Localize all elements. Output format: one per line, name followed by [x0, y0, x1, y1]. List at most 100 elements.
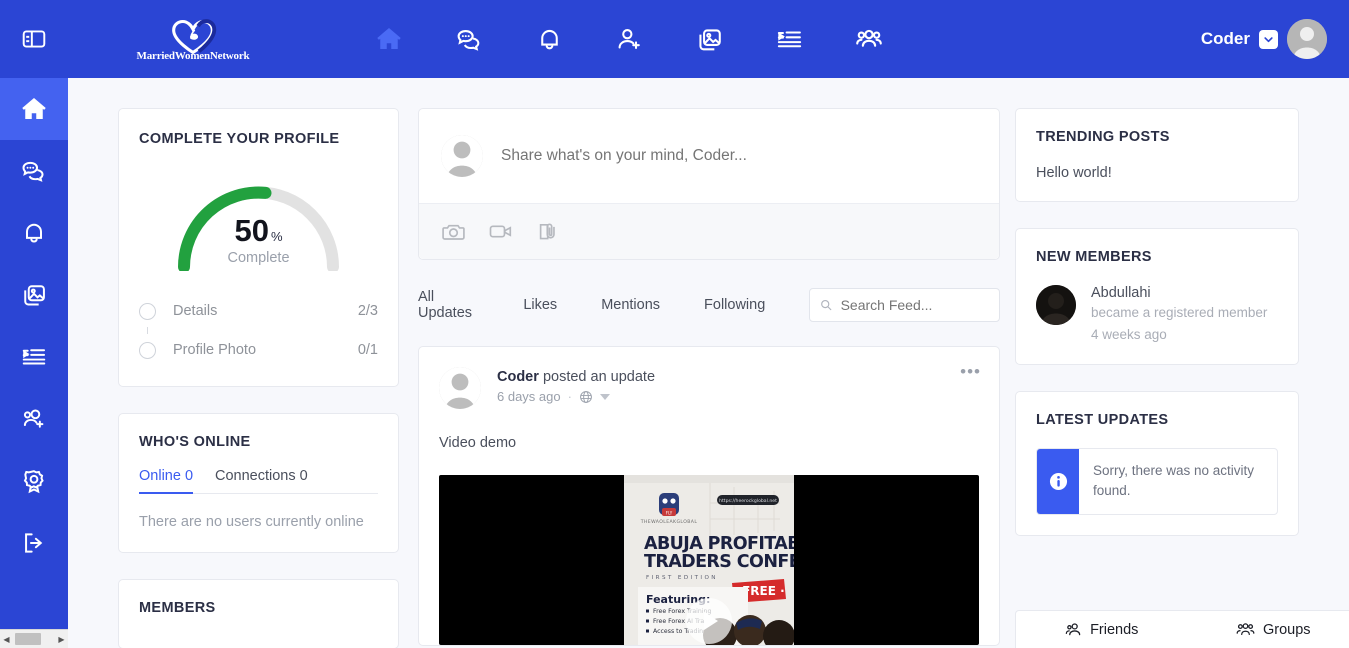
- logout-icon: [25, 533, 43, 553]
- app-root: ◀ ▶ MarriedWomenNetwork Coder COMPLETE Y…: [0, 0, 1349, 648]
- card-title: NEW MEMBERS: [1036, 249, 1152, 265]
- user-menu-button[interactable]: [1259, 29, 1278, 49]
- sidebar-item-home[interactable]: [0, 78, 68, 140]
- avatar[interactable]: [1287, 19, 1327, 59]
- avatar[interactable]: [1036, 285, 1076, 325]
- scroll-right-arrow[interactable]: ▶: [55, 630, 68, 648]
- tab-likes[interactable]: Likes: [523, 297, 557, 313]
- site-logo[interactable]: MarriedWomenNetwork: [68, 0, 318, 78]
- left-rail: ◀ ▶: [0, 0, 68, 648]
- composer-action-bar: [419, 203, 999, 259]
- user-avatar-icon: [441, 135, 483, 177]
- notifications-icon: [26, 223, 42, 243]
- nav-photos[interactable]: [692, 22, 726, 56]
- rail-horizontal-scrollbar[interactable]: ◀ ▶: [0, 629, 68, 648]
- left-column: COMPLETE YOUR PROFILE 50% Complete Detai…: [118, 108, 399, 648]
- post-text: Video demo: [439, 435, 517, 451]
- tab-online[interactable]: Online 0: [139, 468, 194, 494]
- scroll-left-arrow[interactable]: ◀: [0, 630, 13, 648]
- composer-input[interactable]: [501, 147, 941, 165]
- trending-post-item[interactable]: Hello world!: [1036, 165, 1278, 181]
- card-title: COMPLETE YOUR PROFILE: [139, 131, 340, 147]
- post-submeta: 6 days ago ·: [497, 389, 655, 404]
- list-item[interactable]: Abdullahi became a registered member 4 w…: [1036, 285, 1278, 344]
- card-title: TRENDING POSTS: [1036, 129, 1170, 145]
- post-meta: Coder posted an update 6 days ago ·: [497, 367, 655, 404]
- play-button[interactable]: [686, 598, 732, 644]
- post-header: Coder posted an update 6 days ago ·: [439, 367, 979, 409]
- new-members-card: NEW MEMBERS Abdullahi became a registere…: [1015, 228, 1299, 366]
- add-video-button[interactable]: [488, 219, 513, 244]
- add-photo-button[interactable]: [441, 219, 466, 244]
- sidebar-item-videos[interactable]: [0, 326, 68, 388]
- feed-search[interactable]: [809, 288, 1000, 322]
- messages-icon: [22, 161, 44, 182]
- post-video[interactable]: FLY THEWAOLEAKGLOBAL https://heerockglob…: [439, 475, 979, 645]
- globe-icon[interactable]: [579, 390, 593, 404]
- video-icon: [489, 225, 512, 238]
- sidebar-item-notifications[interactable]: [0, 202, 68, 264]
- chevron-down-icon: [1264, 36, 1273, 42]
- nav-home[interactable]: [372, 22, 406, 56]
- groups-icon: [856, 29, 882, 47]
- profile-step-photo[interactable]: Profile Photo 0/1: [139, 334, 378, 366]
- scroll-thumb[interactable]: [15, 633, 41, 645]
- members-card: MEMBERS: [118, 579, 399, 648]
- info-icon: [1049, 472, 1067, 490]
- tab-following[interactable]: Following: [704, 297, 765, 313]
- step-label: Details: [173, 303, 218, 319]
- post-options-button[interactable]: •••: [960, 363, 981, 380]
- nav-friend-requests[interactable]: [612, 22, 646, 56]
- trending-posts-card: TRENDING POSTS Hello world!: [1015, 108, 1299, 202]
- sidebar-item-badges[interactable]: [0, 450, 68, 512]
- tab-mentions[interactable]: Mentions: [601, 297, 660, 313]
- scroll-track[interactable]: [13, 630, 55, 648]
- friends-button[interactable]: Friends: [1016, 611, 1188, 648]
- sidebar-item-logout[interactable]: [0, 512, 68, 574]
- friends-icon: [1065, 623, 1081, 636]
- member-name[interactable]: Abdullahi: [1091, 285, 1267, 301]
- post-author[interactable]: Coder: [497, 369, 539, 385]
- playlist-icon: [22, 349, 46, 365]
- right-column: TRENDING POSTS Hello world! NEW MEMBERS …: [1015, 108, 1299, 536]
- post-time[interactable]: 6 days ago: [497, 389, 561, 404]
- play-icon: [704, 612, 718, 630]
- panel-toggle-icon: [22, 30, 46, 48]
- playlist-icon: [777, 30, 801, 47]
- nav-notifications[interactable]: [532, 22, 566, 56]
- tab-connections[interactable]: Connections 0: [215, 468, 308, 494]
- search-input[interactable]: [840, 297, 989, 313]
- profile-steps: Details 2/3 Profile Photo 0/1: [139, 295, 378, 366]
- rail-items: [0, 78, 68, 648]
- add-attachment-button[interactable]: [535, 219, 560, 244]
- header-user-area: Coder: [1201, 0, 1327, 78]
- online-tabs: Online 0 Connections 0: [139, 468, 378, 494]
- sidebar-item-photos[interactable]: [0, 264, 68, 326]
- post-composer: [418, 108, 1000, 260]
- avatar[interactable]: [441, 135, 483, 177]
- tab-all-updates[interactable]: All Updates: [418, 289, 479, 321]
- online-empty-text: There are no users currently online: [139, 514, 364, 530]
- nav-groups[interactable]: [852, 22, 886, 56]
- complete-profile-card: COMPLETE YOUR PROFILE 50% Complete Detai…: [118, 108, 399, 387]
- gauge-percent-symbol: %: [270, 229, 283, 244]
- user-avatar-icon: [1287, 19, 1327, 59]
- sidebar-item-messages[interactable]: [0, 140, 68, 202]
- nav-videos[interactable]: [772, 22, 806, 56]
- svg-text:THEWAOLEAKGLOBAL: THEWAOLEAKGLOBAL: [640, 519, 698, 525]
- friends-label: Friends: [1090, 621, 1139, 638]
- avatar[interactable]: [439, 367, 481, 409]
- alert-icon-area: [1037, 449, 1079, 514]
- panel-toggle-button[interactable]: [0, 0, 68, 78]
- post-byline: Coder posted an update: [497, 369, 655, 385]
- groups-button[interactable]: Groups: [1188, 611, 1349, 648]
- sidebar-item-members[interactable]: [0, 388, 68, 450]
- profile-step-details[interactable]: Details 2/3: [139, 295, 378, 327]
- members-add-icon: [23, 409, 44, 428]
- feed-column: All Updates Likes Mentions Following •••: [418, 108, 1000, 646]
- photos-icon: [698, 28, 721, 50]
- gauge-percent: 50%: [234, 213, 283, 248]
- nav-messages[interactable]: [452, 22, 486, 56]
- step-circle-icon: [139, 341, 156, 359]
- caret-down-icon[interactable]: [599, 393, 610, 401]
